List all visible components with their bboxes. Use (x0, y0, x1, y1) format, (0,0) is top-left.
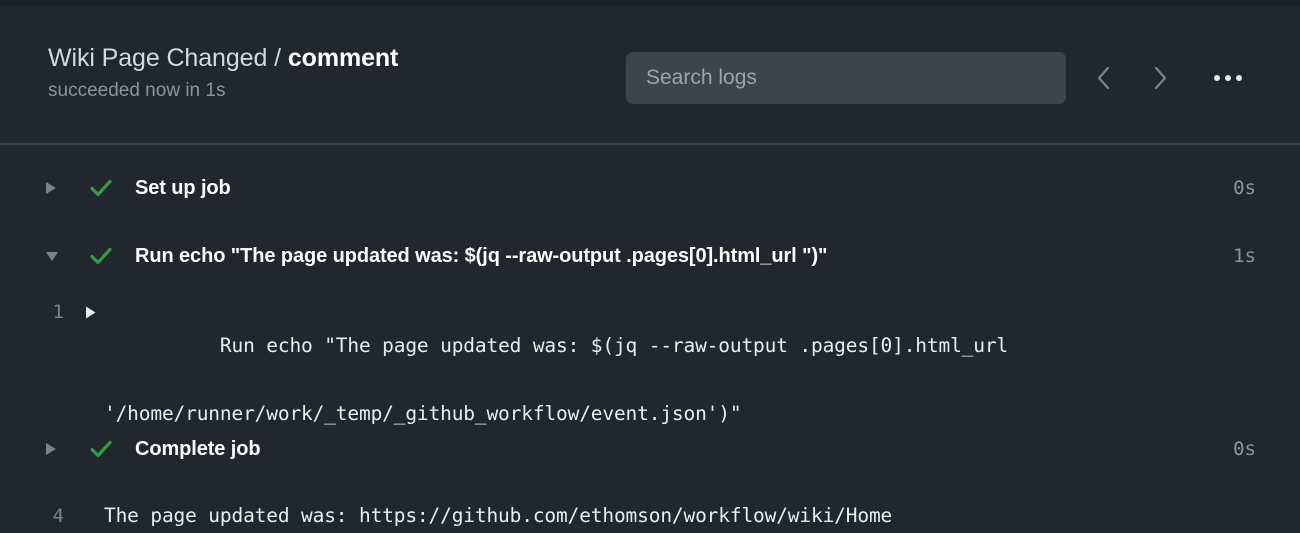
check-icon (88, 439, 114, 459)
chevron-right-icon[interactable] (44, 180, 64, 196)
log-output: 1 Run echo "The page updated was: $(jq -… (0, 295, 1300, 533)
header-toolbar (626, 52, 1250, 104)
log-steps-list: Set up job 0s Run echo "The page updated… (0, 147, 1300, 527)
step-duration: 0s (1233, 438, 1256, 460)
step-label: Set up job (135, 176, 231, 199)
check-icon (88, 178, 114, 198)
log-line-text: Run echo "The page updated was: $(jq --r… (104, 295, 1300, 499)
next-match-button[interactable] (1142, 58, 1178, 98)
step-row-set-up-job[interactable]: Set up job 0s (0, 169, 1300, 207)
chevron-down-icon[interactable] (44, 249, 64, 263)
step-label: Run echo "The page updated was: $(jq --r… (135, 244, 828, 267)
log-header: Wiki Page Changed / comment succeeded no… (0, 6, 1300, 145)
job-status-text: succeeded now in 1s (48, 80, 226, 101)
step-row-run-echo[interactable]: Run echo "The page updated was: $(jq --r… (0, 237, 1300, 275)
job-name: Wiki Page Changed (48, 44, 268, 72)
chevron-right-icon (1151, 65, 1169, 91)
chevron-right-icon[interactable] (76, 295, 104, 320)
step-duration: 0s (1233, 177, 1256, 199)
page-title: Wiki Page Changed / comment (48, 42, 398, 74)
more-options-button[interactable] (1206, 58, 1250, 98)
step-duration: 1s (1233, 245, 1256, 267)
log-line: 1 Run echo "The page updated was: $(jq -… (0, 295, 1300, 499)
chevron-left-icon (1095, 65, 1113, 91)
chevron-right-icon[interactable] (44, 441, 64, 457)
log-line: 4 The page updated was: https://github.c… (0, 499, 1300, 533)
log-line-text-main: Run echo "The page updated was: $(jq --r… (219, 334, 1009, 357)
kebab-menu-icon-dot-2 (1225, 75, 1231, 81)
log-line-text: The page updated was: https://github.com… (104, 504, 893, 527)
header-title-block: Wiki Page Changed / comment succeeded no… (48, 42, 398, 103)
step-row-complete-job[interactable]: Complete job 0s (0, 430, 1300, 468)
log-line-text-continuation: '/home/runner/work/_temp/_github_workflo… (104, 402, 742, 425)
step-label: Complete job (135, 437, 261, 460)
line-number: 4 (52, 505, 64, 527)
step-name: comment (287, 44, 399, 72)
kebab-menu-icon-dot-1 (1214, 75, 1220, 81)
check-icon (88, 246, 114, 266)
search-input[interactable] (626, 52, 1066, 104)
title-separator: / (274, 44, 281, 72)
prev-match-button[interactable] (1086, 58, 1122, 98)
kebab-menu-icon-dot-3 (1236, 75, 1242, 81)
line-number: 1 (52, 301, 64, 323)
log-viewer: Wiki Page Changed / comment succeeded no… (0, 0, 1300, 527)
